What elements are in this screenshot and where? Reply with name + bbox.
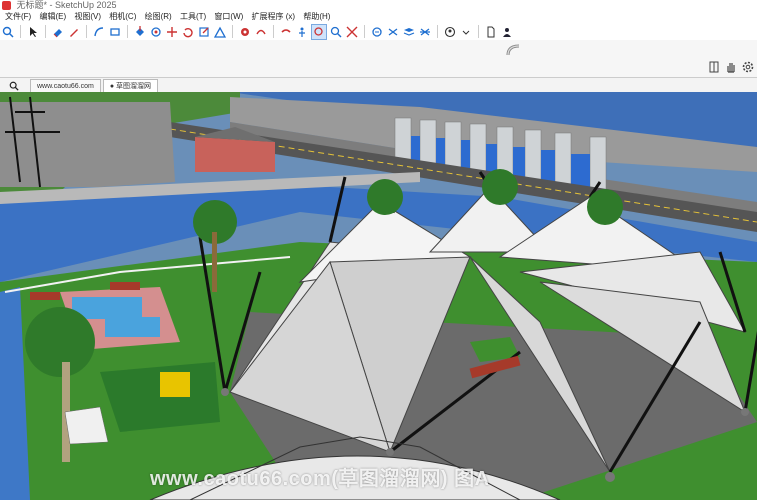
main-toolbar	[0, 23, 757, 41]
scale-icon[interactable]	[197, 25, 211, 39]
select-arrow-icon[interactable]	[26, 25, 40, 39]
panel-toggle-icon[interactable]	[708, 61, 720, 73]
zoom-icon[interactable]	[329, 25, 343, 39]
layers-icon[interactable]	[402, 25, 416, 39]
menu-help[interactable]: 帮助(H)	[303, 12, 330, 21]
toolbar-divider	[45, 25, 46, 38]
outliner-icon[interactable]	[418, 25, 432, 39]
account-icon[interactable]	[443, 25, 457, 39]
toolbar-divider	[437, 25, 438, 38]
title-bar: 无标题* - SketchUp 2025	[0, 0, 757, 11]
eraser-icon[interactable]	[51, 25, 65, 39]
scene-tab-bar: www.caotu66.com ● 草图溜溜网	[0, 77, 757, 93]
rectangle-icon[interactable]	[108, 25, 122, 39]
watermark-text: www.caotu66.com(草图溜溜网) 图A	[150, 468, 490, 490]
menu-file[interactable]: 文件(F)	[5, 12, 31, 21]
tool-tray	[0, 40, 757, 77]
user-icon[interactable]	[500, 25, 514, 39]
paint-bucket-icon[interactable]	[238, 25, 252, 39]
offset-icon[interactable]	[149, 25, 163, 39]
menu-draw[interactable]: 绘图(R)	[145, 12, 172, 21]
menu-view[interactable]: 视图(V)	[74, 12, 101, 21]
toolbar-divider	[86, 25, 87, 38]
walk-icon[interactable]	[295, 25, 309, 39]
3d-scene[interactable]	[0, 92, 757, 500]
menu-camera[interactable]: 相机(C)	[109, 12, 136, 21]
search-icon[interactable]	[1, 25, 15, 39]
chevron-down-icon[interactable]	[459, 25, 473, 39]
window-title: 无标题* - SketchUp 2025	[16, 0, 117, 10]
document-icon[interactable]	[484, 25, 498, 39]
gear-icon[interactable]	[741, 60, 755, 74]
extension-warehouse-icon[interactable]	[386, 25, 400, 39]
toolbar-divider	[127, 25, 128, 38]
search-icon[interactable]	[6, 79, 22, 93]
zoom-window-icon[interactable]	[311, 23, 327, 40]
pan-icon[interactable]	[279, 25, 293, 39]
zoom-extents-icon[interactable]	[345, 25, 359, 39]
toolbar-divider	[20, 25, 21, 38]
tape-measure-icon[interactable]	[213, 25, 227, 39]
menu-window[interactable]: 窗口(W)	[214, 12, 243, 21]
menu-edit[interactable]: 编辑(E)	[39, 12, 66, 21]
rotate-icon[interactable]	[181, 25, 195, 39]
toolbar-divider	[364, 25, 365, 38]
pencil-icon[interactable]	[67, 25, 81, 39]
scene-tab-website[interactable]: www.caotu66.com	[30, 79, 101, 93]
arc-icon[interactable]	[92, 25, 106, 39]
hand-icon[interactable]	[724, 60, 738, 74]
3d-warehouse-icon[interactable]	[370, 25, 384, 39]
toolbar-divider	[232, 25, 233, 38]
menu-tools[interactable]: 工具(T)	[180, 12, 206, 21]
menu-bar: 文件(F) 编辑(E) 视图(V) 相机(C) 绘图(R) 工具(T) 窗口(W…	[0, 11, 757, 23]
push-pull-icon[interactable]	[133, 25, 147, 39]
model-viewport[interactable]	[0, 92, 757, 500]
toolbar-divider	[273, 25, 274, 38]
toolbar-divider	[478, 25, 479, 38]
scene-tab-caotu[interactable]: ● 草图溜溜网	[102, 79, 158, 93]
move-icon[interactable]	[165, 25, 179, 39]
menu-extensions[interactable]: 扩展程序 (x)	[252, 12, 296, 21]
follow-me-icon[interactable]	[505, 42, 523, 58]
orbit-icon[interactable]	[254, 25, 268, 39]
sketchup-app-icon	[2, 1, 11, 10]
